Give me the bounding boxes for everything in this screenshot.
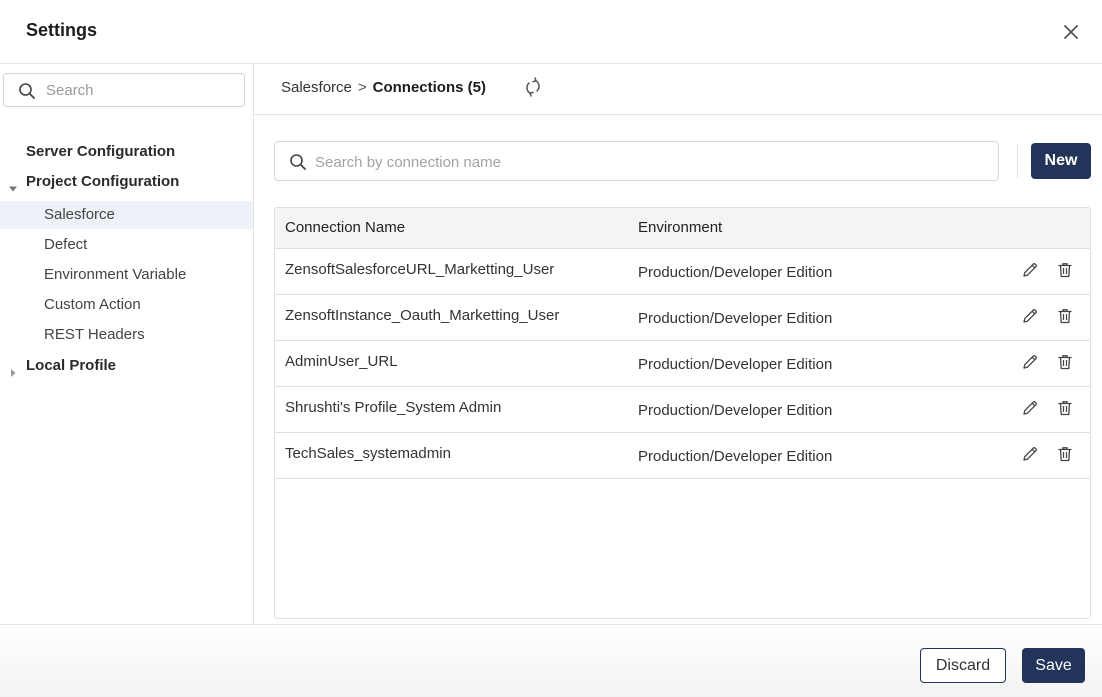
connection-name: ZensoftSalesforceURL_Marketting_User	[285, 261, 555, 278]
search-icon	[18, 82, 36, 100]
connection-environment: Production/Developer Edition	[638, 264, 833, 281]
table-header: Connection Name Environment	[275, 208, 1090, 249]
sidebar-group-project-configuration[interactable]: Project Configuration	[0, 170, 253, 194]
trash-icon[interactable]	[1056, 353, 1074, 371]
connection-environment: Production/Developer Edition	[638, 402, 833, 419]
sidebar-group-label: Server Configuration	[26, 143, 176, 160]
sidebar-group-local-profile[interactable]: Local Profile	[0, 354, 253, 378]
caret-down-icon[interactable]	[8, 178, 18, 192]
connection-environment: Production/Developer Edition	[638, 448, 833, 465]
sidebar-search-input[interactable]	[46, 79, 236, 101]
save-button[interactable]: Save	[1022, 648, 1085, 683]
sidebar-item-label: Environment Variable	[44, 266, 187, 283]
table-row: ZensoftSalesforceURL_Marketting_User Pro…	[275, 249, 1090, 295]
connection-environment: Production/Developer Edition	[638, 310, 833, 327]
breadcrumb-separator: >	[357, 79, 367, 96]
connection-search[interactable]	[274, 141, 999, 181]
settings-sidebar: Server Configuration Project Configurati…	[0, 64, 254, 624]
connection-name: TechSales_systemadmin	[285, 445, 451, 462]
connection-environment: Production/Developer Edition	[638, 356, 833, 373]
breadcrumb-parent[interactable]: Salesforce	[281, 79, 352, 96]
refresh-icon[interactable]	[522, 76, 544, 98]
sidebar-item-label: Salesforce	[44, 206, 115, 223]
sidebar-item-label: REST Headers	[44, 326, 145, 343]
sidebar-item-label: Custom Action	[44, 296, 141, 313]
caret-right-icon[interactable]	[8, 362, 18, 377]
trash-icon[interactable]	[1056, 399, 1074, 417]
dialog-header: Settings	[0, 0, 1102, 64]
column-header-environment: Environment	[638, 219, 723, 236]
new-connection-button[interactable]: New	[1031, 143, 1091, 179]
dialog-footer: Discard Save	[0, 624, 1102, 697]
sidebar-group-server-configuration[interactable]: Server Configuration	[0, 140, 253, 164]
pencil-icon[interactable]	[1021, 261, 1039, 279]
search-icon	[289, 153, 307, 171]
connection-search-input[interactable]	[315, 151, 985, 173]
pencil-icon[interactable]	[1021, 399, 1039, 417]
table-row: AdminUser_URL Production/Developer Editi…	[275, 341, 1090, 387]
discard-button[interactable]: Discard	[920, 648, 1006, 683]
connection-name: Shrushti's Profile_System Admin	[285, 399, 502, 416]
pencil-icon[interactable]	[1021, 445, 1039, 463]
sidebar-item-label: Defect	[44, 236, 88, 253]
connection-name: ZensoftInstance_Oauth_Marketting_User	[285, 307, 560, 324]
trash-icon[interactable]	[1056, 261, 1074, 279]
column-header-connection-name: Connection Name	[285, 219, 406, 236]
breadcrumb-current: Connections (5)	[372, 79, 486, 96]
sidebar-item-salesforce[interactable]: Salesforce	[0, 201, 253, 229]
trash-icon[interactable]	[1056, 307, 1074, 325]
divider	[1017, 144, 1018, 178]
breadcrumb: Salesforce > Connections (5)	[281, 79, 486, 96]
pencil-icon[interactable]	[1021, 307, 1039, 325]
trash-icon[interactable]	[1056, 445, 1074, 463]
pencil-icon[interactable]	[1021, 353, 1039, 371]
content-topbar: Salesforce > Connections (5)	[254, 64, 1102, 115]
sidebar-group-label: Local Profile	[26, 357, 117, 374]
sidebar-item-custom-action[interactable]: Custom Action	[0, 291, 253, 319]
dialog-title: Settings	[26, 20, 98, 40]
sidebar-item-environment-variable[interactable]: Environment Variable	[0, 261, 253, 289]
sidebar-search[interactable]	[3, 73, 245, 107]
sidebar-item-rest-headers[interactable]: REST Headers	[0, 321, 253, 349]
table-row: TechSales_systemadmin Production/Develop…	[275, 433, 1090, 479]
sidebar-group-label: Project Configuration	[26, 173, 180, 190]
table-row: ZensoftInstance_Oauth_Marketting_User Pr…	[275, 295, 1090, 341]
table-row: Shrushti's Profile_System Admin Producti…	[275, 387, 1090, 433]
close-icon[interactable]	[1058, 19, 1084, 45]
sidebar-item-defect[interactable]: Defect	[0, 231, 253, 259]
connections-table: Connection Name Environment ZensoftSales…	[274, 207, 1091, 619]
connection-name: AdminUser_URL	[285, 353, 398, 370]
